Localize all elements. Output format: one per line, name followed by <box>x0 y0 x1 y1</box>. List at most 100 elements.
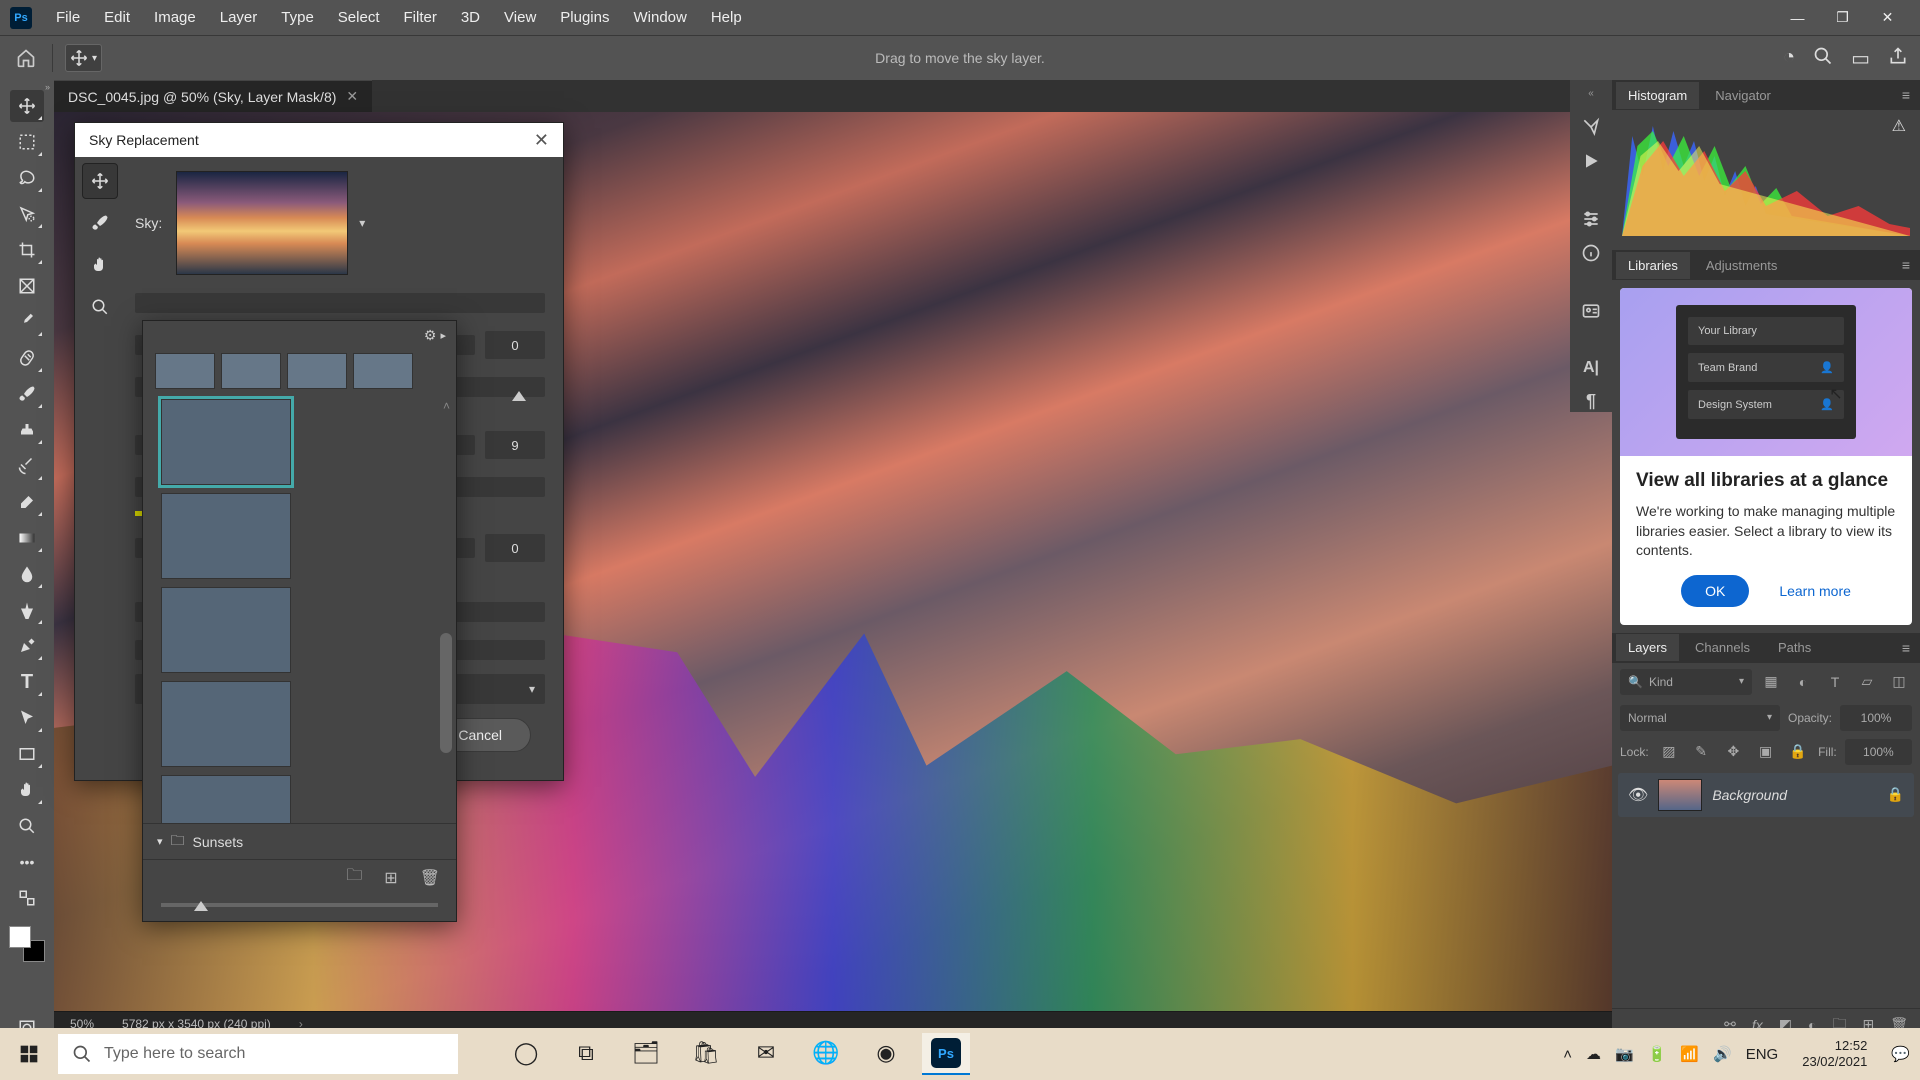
home-icon[interactable] <box>12 44 40 72</box>
zoom-tool[interactable] <box>10 810 44 842</box>
taskbar-clock[interactable]: 12:52 23/02/2021 <box>1792 1038 1877 1069</box>
filter-pixel-icon[interactable]: ▦ <box>1758 669 1784 695</box>
sky-recent-thumb[interactable] <box>221 353 281 389</box>
import-folder-icon[interactable]: 🗀 <box>346 864 362 891</box>
identity-icon[interactable] <box>1581 301 1601 321</box>
sky-brush-tool[interactable] <box>82 205 118 241</box>
edit-toolbar-icon[interactable] <box>10 882 44 914</box>
lock-icon[interactable]: 🔒 <box>1887 786 1904 803</box>
rectangle-tool[interactable] <box>10 738 44 770</box>
layer-thumbnail[interactable] <box>1658 779 1702 811</box>
marquee-tool[interactable] <box>10 126 44 158</box>
chrome-icon[interactable]: ◉ <box>862 1033 910 1075</box>
battery-icon[interactable]: 🔋 <box>1648 1045 1667 1063</box>
healing-brush-tool[interactable] <box>10 342 44 374</box>
lock-position-icon[interactable]: ✥ <box>1721 739 1745 765</box>
panel-icon[interactable] <box>1581 117 1601 137</box>
paragraph-panel-icon[interactable]: ¶ <box>1586 391 1596 412</box>
language-indicator[interactable]: ENG <box>1746 1046 1779 1063</box>
menu-help[interactable]: Help <box>699 9 754 26</box>
sky-preset-thumb[interactable] <box>161 775 291 823</box>
scroll-up-icon[interactable]: ˄ <box>443 399 450 413</box>
onedrive-icon[interactable]: ☁ <box>1586 1045 1601 1063</box>
path-select-tool[interactable] <box>10 702 44 734</box>
sky-preset-thumb[interactable] <box>161 399 291 485</box>
cortana-icon[interactable]: ⧉ <box>562 1033 610 1075</box>
brush-tool[interactable] <box>10 378 44 410</box>
lasso-tool[interactable] <box>10 162 44 194</box>
lighting-value[interactable]: 0 <box>485 534 545 562</box>
move-tool[interactable] <box>10 90 44 122</box>
menu-filter[interactable]: Filter <box>392 9 449 26</box>
lock-all-icon[interactable]: 🔒 <box>1786 739 1810 765</box>
play-icon[interactable] <box>1581 151 1601 171</box>
cloud-account-icon[interactable]: ◔ <box>1783 46 1795 71</box>
clone-stamp-tool[interactable] <box>10 414 44 446</box>
tray-chevron-icon[interactable]: ˄ <box>1563 1046 1572 1063</box>
window-close-button[interactable]: ✕ <box>1865 4 1910 32</box>
sky-zoom-tool[interactable] <box>82 289 118 325</box>
sky-preset-thumb[interactable] <box>161 493 291 579</box>
sky-recent-thumb[interactable] <box>353 353 413 389</box>
lock-paint-icon[interactable]: ✎ <box>1689 739 1713 765</box>
dodge-tool[interactable] <box>10 594 44 626</box>
crop-tool[interactable] <box>10 234 44 266</box>
share-icon[interactable] <box>1888 46 1908 71</box>
menu-view[interactable]: View <box>492 9 548 26</box>
window-restore-button[interactable]: ❐ <box>1820 4 1865 32</box>
expand-tools-icon[interactable]: » <box>45 82 50 92</box>
blur-tool[interactable] <box>10 558 44 590</box>
move-tool-indicator[interactable]: ▾ <box>65 44 102 72</box>
warning-icon[interactable]: ⚠ <box>1892 116 1906 136</box>
filter-adjust-icon[interactable]: ◐ <box>1790 669 1816 695</box>
menu-edit[interactable]: Edit <box>92 9 142 26</box>
dialog-title-bar[interactable]: Sky Replacement ✕ <box>75 123 563 157</box>
workspace-icon[interactable]: ▭ <box>1851 46 1870 71</box>
fade-edge-value[interactable]: 0 <box>485 331 545 359</box>
photoshop-taskbar-icon[interactable]: Ps <box>922 1033 970 1075</box>
scrollbar-thumb[interactable] <box>440 633 452 753</box>
layer-name[interactable]: Background <box>1712 787 1787 803</box>
character-panel-icon[interactable]: A| <box>1583 359 1599 377</box>
sky-recent-thumb[interactable] <box>287 353 347 389</box>
filter-smart-icon[interactable]: ◫ <box>1886 669 1912 695</box>
sky-preview-dropdown[interactable]: ▾ <box>176 171 348 275</box>
quick-select-tool[interactable] <box>10 198 44 230</box>
opacity-input[interactable]: 100% <box>1840 705 1912 731</box>
volume-icon[interactable]: 🔊 <box>1713 1045 1732 1063</box>
eyedropper-tool[interactable] <box>10 306 44 338</box>
temperature-value[interactable]: 9 <box>485 431 545 459</box>
menu-select[interactable]: Select <box>326 9 392 26</box>
foreground-color-swatch[interactable] <box>9 926 31 948</box>
fill-input[interactable]: 100% <box>1845 739 1912 765</box>
tab-paths[interactable]: Paths <box>1766 634 1823 661</box>
eraser-tool[interactable] <box>10 486 44 518</box>
menu-window[interactable]: Window <box>621 9 698 26</box>
notifications-icon[interactable]: 💬 <box>1891 1045 1910 1063</box>
file-explorer-icon[interactable]: 🗂 <box>622 1033 670 1075</box>
edge-icon[interactable]: 🌐 <box>802 1033 850 1075</box>
start-button[interactable] <box>0 1044 58 1064</box>
lock-artboard-icon[interactable]: ▣ <box>1754 739 1778 765</box>
close-tab-icon[interactable]: ✕ <box>346 88 358 105</box>
history-brush-tool[interactable] <box>10 450 44 482</box>
menu-file[interactable]: File <box>44 9 92 26</box>
tab-adjustments[interactable]: Adjustments <box>1694 252 1790 279</box>
meet-now-icon[interactable]: 📷 <box>1615 1045 1634 1063</box>
tab-navigator[interactable]: Navigator <box>1703 82 1783 109</box>
tab-libraries[interactable]: Libraries <box>1616 252 1690 279</box>
panel-menu-icon[interactable]: ≡ <box>1896 87 1916 103</box>
sky-move-tool[interactable] <box>82 163 118 199</box>
taskbar-search[interactable]: Type here to search <box>58 1034 458 1074</box>
filter-shape-icon[interactable]: ▱ <box>1854 669 1880 695</box>
info-icon[interactable] <box>1581 243 1601 263</box>
tab-layers[interactable]: Layers <box>1616 634 1679 661</box>
menu-image[interactable]: Image <box>142 9 208 26</box>
type-tool[interactable]: T <box>10 666 44 698</box>
learn-more-link[interactable]: Learn more <box>1779 583 1851 599</box>
lock-transparency-icon[interactable]: ▨ <box>1657 739 1681 765</box>
tab-histogram[interactable]: Histogram <box>1616 82 1699 109</box>
layer-row-background[interactable]: 👁 Background 🔒 <box>1618 773 1914 817</box>
store-icon[interactable]: 🛍 <box>682 1033 730 1075</box>
mail-icon[interactable]: ✉ <box>742 1033 790 1075</box>
